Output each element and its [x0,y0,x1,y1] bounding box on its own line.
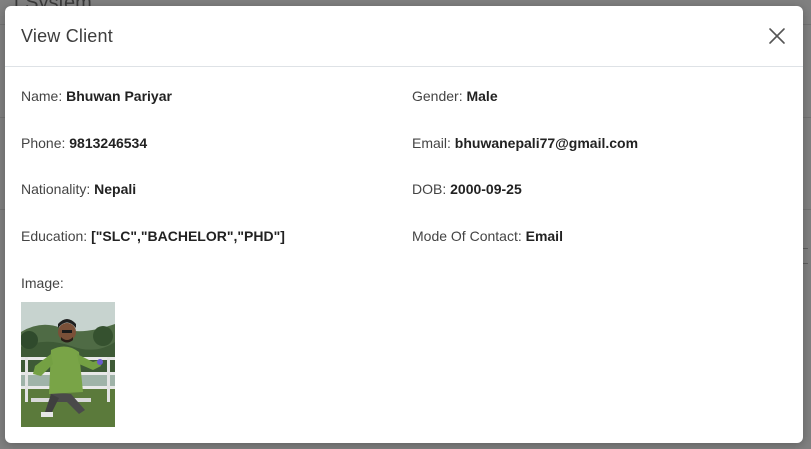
modal-header: View Client [5,6,803,67]
gender-field: Gender: Male [412,88,498,104]
name-value: Bhuwan Pariyar [66,88,172,104]
nationality-field: Nationality: Nepali [21,181,136,197]
view-client-modal: View Client Name: Bhuwan Pariyar Gender:… [5,6,803,443]
mode-of-contact-label: Mode Of Contact: [412,228,522,244]
dob-label: DOB: [412,181,447,197]
image-field: Image: [21,275,64,291]
education-label: Education: [21,228,88,244]
modal-title: View Client [21,25,113,46]
mode-of-contact-field: Mode Of Contact: Email [412,228,563,244]
nationality-value: Nepali [94,181,137,197]
mode-of-contact-value: Email [525,228,563,244]
email-value: bhuwanepali77@gmail.com [454,135,639,151]
close-button[interactable] [765,24,789,48]
education-value: ["SLC","BACHELOR","PHD"] [91,228,285,244]
phone-field: Phone: 9813246534 [21,135,147,151]
phone-label: Phone: [21,135,66,151]
nationality-label: Nationality: [21,181,91,197]
dob-field: DOB: 2000-09-25 [412,181,522,197]
email-field: Email: bhuwanepali77@gmail.com [412,135,638,151]
education-field: Education: ["SLC","BACHELOR","PHD"] [21,228,285,244]
gender-value: Male [466,88,498,104]
name-label: Name: [21,88,63,104]
phone-value: 9813246534 [69,135,148,151]
client-photo [21,302,115,427]
close-icon [768,27,786,45]
image-label: Image: [21,275,64,291]
dob-value: 2000-09-25 [450,181,522,197]
gender-label: Gender: [412,88,463,104]
email-label: Email: [412,135,451,151]
name-field: Name: Bhuwan Pariyar [21,88,172,104]
